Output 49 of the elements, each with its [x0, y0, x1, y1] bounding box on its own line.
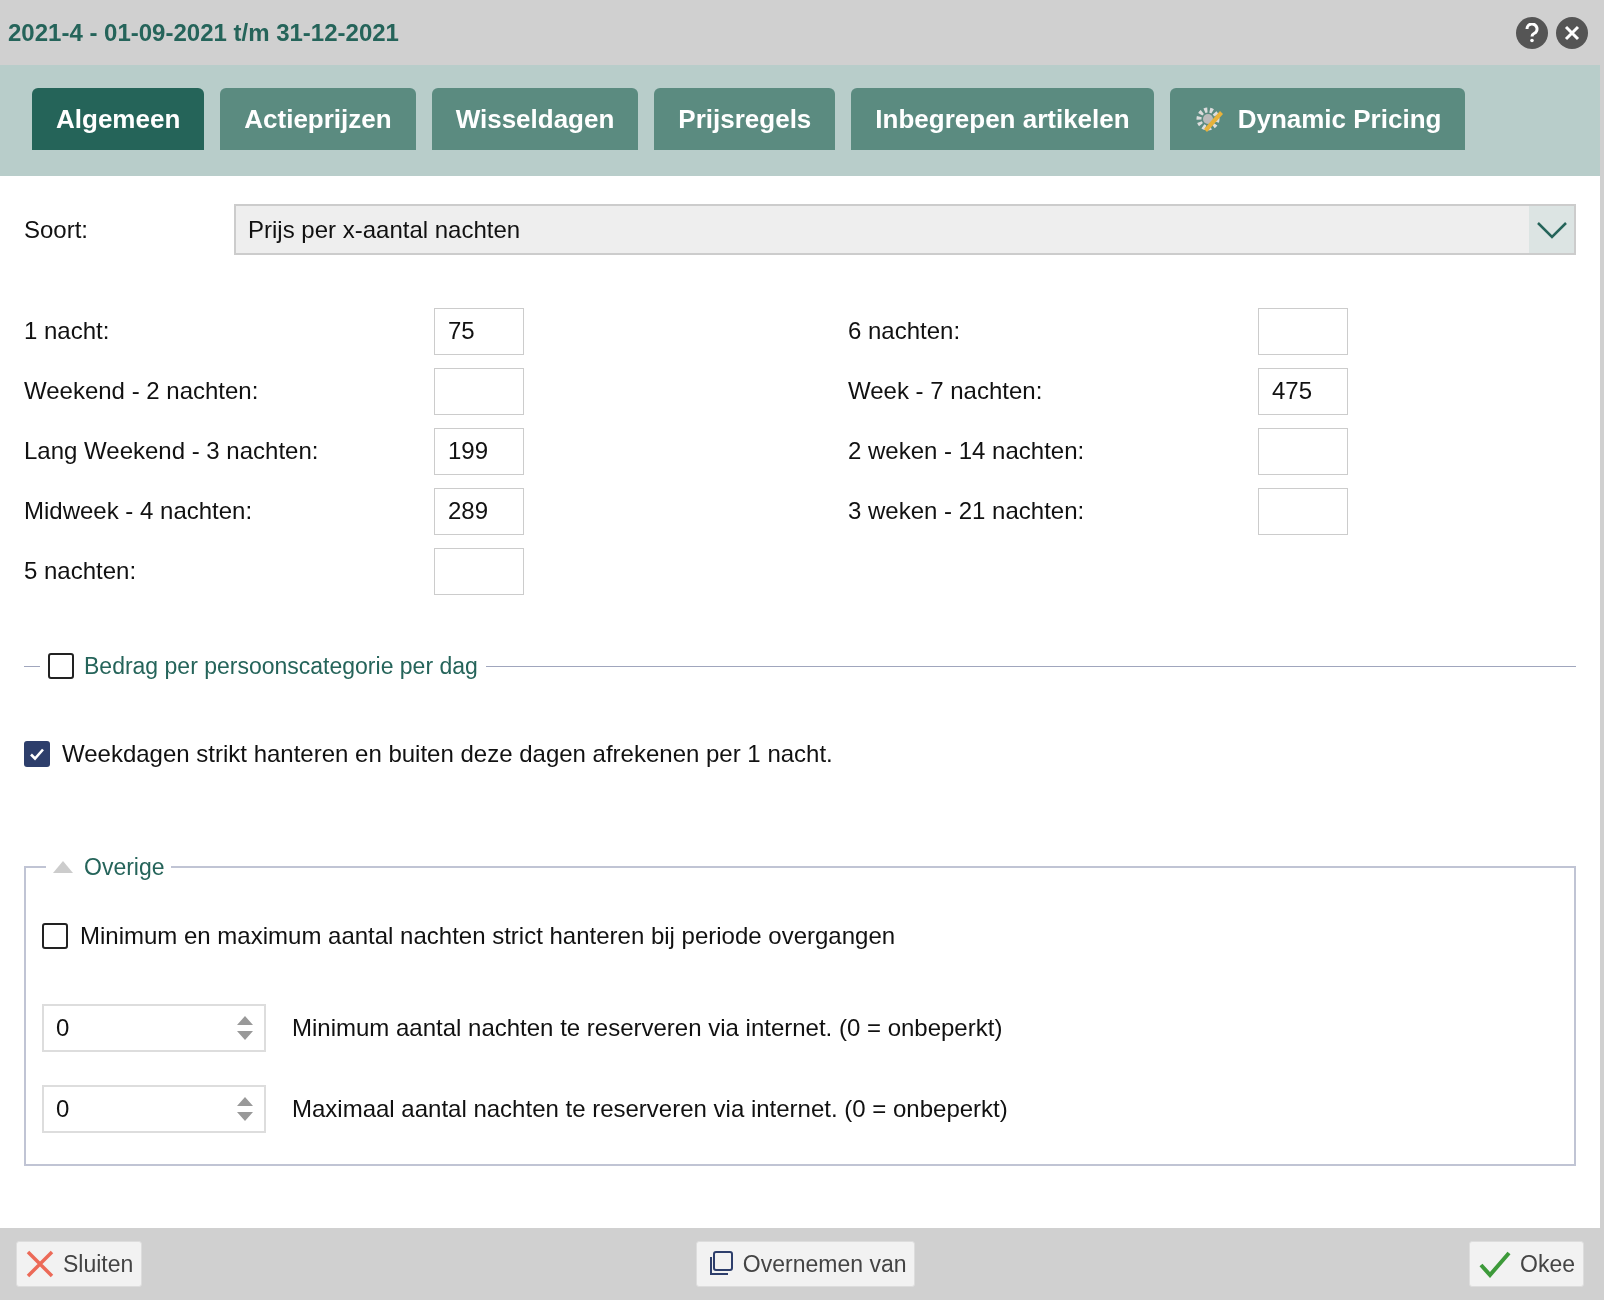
tab[interactable]: Algemeen: [32, 88, 205, 150]
spinner-label: Minimum aantal nachten te reserveren via internet. (0 = onbeperkt): [292, 1012, 1003, 1043]
spinner-label: Maximaal aantal nachten te reserveren via internet. (0 = onbeperkt): [292, 1093, 1008, 1124]
type-dropdown[interactable]: Prijs per x-aantal nachten: [234, 204, 1576, 255]
close-icon: [25, 1249, 55, 1279]
checkbox[interactable]: [24, 740, 50, 767]
field-label: Lang Weekend - 3 nachten:: [24, 436, 320, 466]
window-title: 2021-4 - 01-09-2021 t/m 31-12-2021: [8, 17, 399, 48]
footer-button[interactable]: Okee: [1469, 1241, 1584, 1287]
field-label: 2 weken - 14 nachten:: [848, 436, 1086, 466]
close-icon: [1564, 24, 1580, 41]
checkmark-icon: [1478, 1250, 1512, 1278]
checkbox-label: Bedrag per persoonscategorie per dag: [84, 652, 478, 681]
field-label: 6 nachten:: [848, 316, 962, 346]
field-label: 3 weken - 21 nachten:: [848, 496, 1086, 526]
checkbox-label: Minimum en maximum aantal nachten strict hanteren bij periode overgangen: [80, 920, 896, 951]
number-spinner[interactable]: 0: [42, 1084, 266, 1133]
checkbox[interactable]: [42, 922, 68, 949]
tab[interactable]: Wisseldagen: [431, 88, 639, 150]
price-input[interactable]: [434, 547, 524, 595]
help-icon: [1525, 22, 1539, 43]
tab[interactable]: Inbegrepen artikelen: [851, 88, 1154, 150]
tab[interactable]: Prijsregels: [654, 88, 836, 150]
field-label: Midweek - 4 nachten:: [24, 496, 254, 526]
tab[interactable]: Actieprijzen: [220, 88, 416, 150]
chevron-down-icon: [1535, 220, 1568, 239]
price-input[interactable]: [1258, 487, 1348, 535]
footer-button[interactable]: Sluiten: [16, 1241, 143, 1287]
price-input[interactable]: 289: [434, 487, 524, 535]
field-label: 5 nachten:: [24, 556, 138, 586]
field-label: Soort:: [24, 214, 90, 245]
checkbox-label: Weekdagen strikt hanteren en buiten deze dagen afrekenen per 1 nacht.: [62, 738, 833, 769]
price-input[interactable]: [1258, 427, 1348, 475]
price-input[interactable]: 199: [434, 427, 524, 475]
footer-button[interactable]: Overnemen van: [695, 1241, 916, 1287]
checkbox[interactable]: [48, 653, 74, 680]
field-label: Weekend - 2 nachten:: [24, 376, 260, 406]
collapse-triangle-icon[interactable]: [52, 859, 74, 874]
help-button[interactable]: [1516, 16, 1548, 49]
field-label: Week - 7 nachten:: [848, 376, 1044, 406]
tab[interactable]: Dynamic Pricing: [1169, 88, 1466, 150]
price-input[interactable]: 75: [434, 307, 524, 355]
section-title: Overige: [84, 852, 165, 882]
price-input[interactable]: [1258, 307, 1348, 355]
number-spinner[interactable]: 0: [42, 1003, 266, 1052]
field-label: 1 nacht:: [24, 316, 111, 346]
price-input[interactable]: 475: [1258, 367, 1348, 415]
close-button[interactable]: [1556, 16, 1588, 49]
price-input[interactable]: [434, 367, 524, 415]
